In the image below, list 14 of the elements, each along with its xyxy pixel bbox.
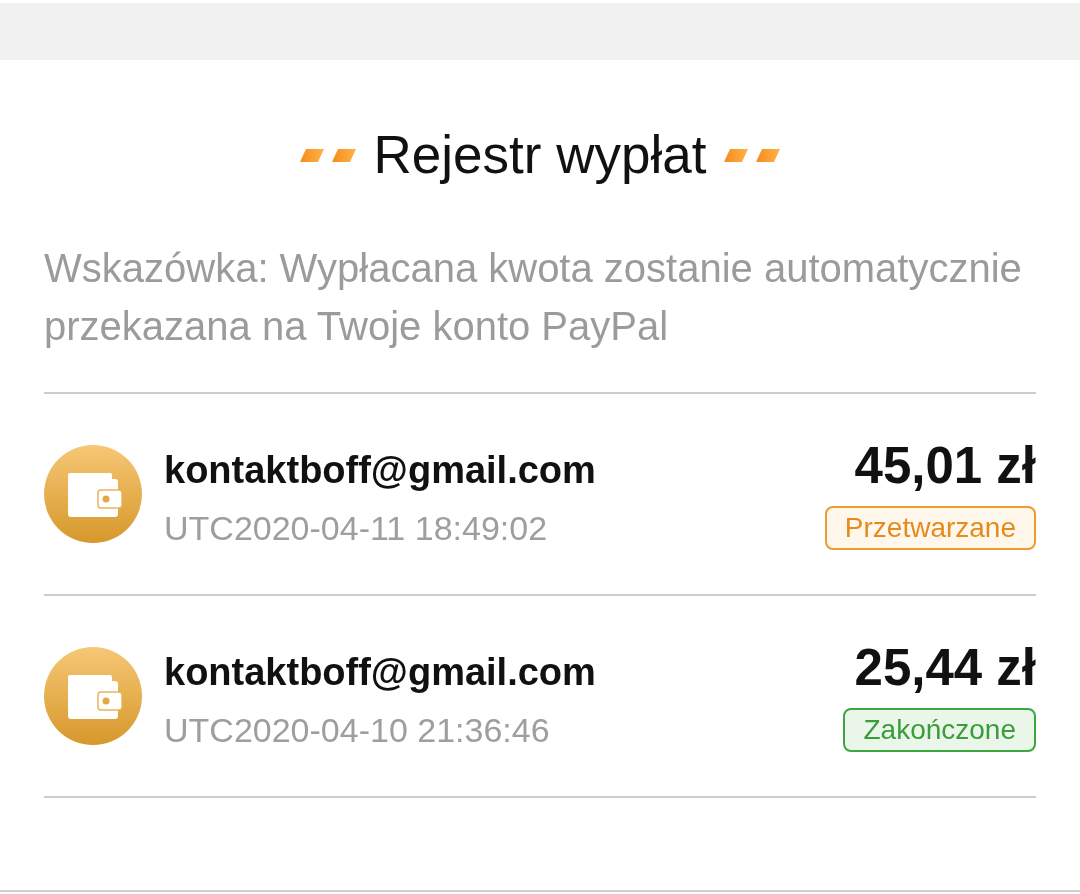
hint-text: Wskazówka: Wypłacana kwota zostanie automatycznie przekazana na Twoje konto PayPal [44,245,1023,350]
payout-time: UTC2020-04-11 18:49:02 [164,508,549,549]
account-email: kontaktboff@gmail.com [164,448,596,493]
account-email: kontaktboff@gmail.com [164,650,596,695]
status-badge: Przetwarzane [824,506,1036,550]
payout-time: UTC2020-04-10 21:36:46 [164,710,551,751]
payout-amount: 45,01 zł [854,438,1036,494]
status-badge: Zakończone [843,708,1036,752]
stripes-icon [299,148,356,162]
wallet-icon [44,647,142,745]
payout-amount: 25,44 zł [854,640,1036,696]
wallet-icon [44,445,142,543]
page-title: Rejestr wypłat [373,125,707,185]
stripes-icon [724,148,781,162]
